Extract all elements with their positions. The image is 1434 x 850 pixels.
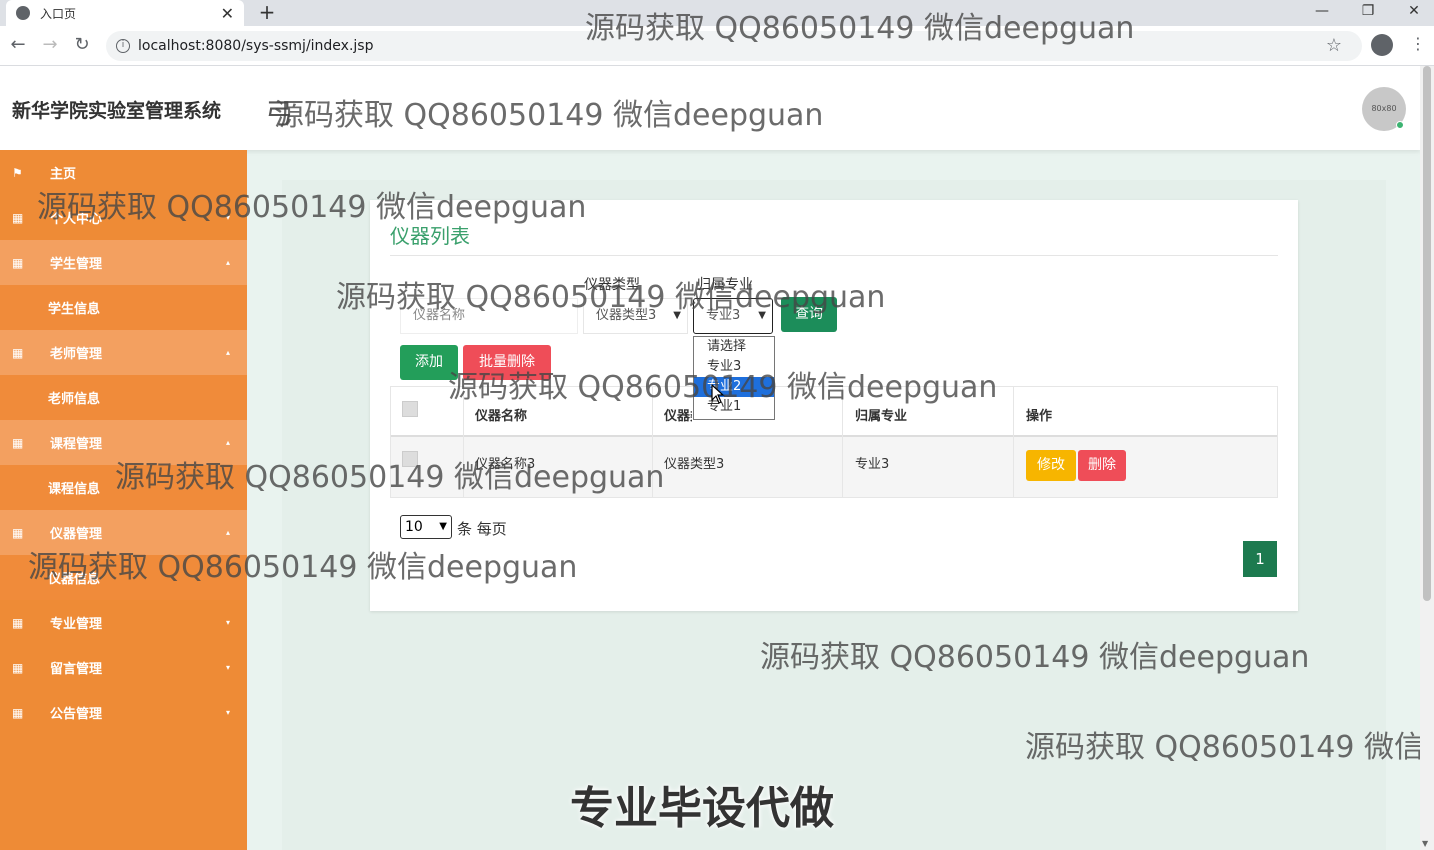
watermark: 源码获取 QQ86050149 微信deepguan (336, 280, 886, 315)
select-all-checkbox[interactable] (402, 401, 418, 417)
restore-button[interactable]: ❐ (1348, 0, 1388, 26)
watermark: 源码获取 QQ86050149 微信deepguan (760, 640, 1310, 675)
col-header-major: 归属专业 (855, 409, 908, 424)
sidebar-item-10[interactable]: ▦ 专业管理 ▾ (0, 600, 247, 645)
watermark: 源码获取 QQ86050149 微信d (1025, 730, 1420, 765)
chevron-down-icon: ▾ (226, 618, 231, 627)
browser-menu-icon[interactable]: ⋮ (1410, 34, 1426, 54)
banner-text: 专业毕设代做 (570, 783, 834, 834)
chevron-up-icon: ▴ (226, 348, 231, 357)
grid-icon: ▦ (12, 210, 24, 225)
page-1-button[interactable]: 1 (1243, 541, 1277, 577)
col-header-type: 仪器类型 (664, 409, 692, 424)
grid-icon: ▦ (12, 705, 24, 720)
cell-major: 专业3 (855, 457, 890, 472)
col-header-name: 仪器名称 (475, 409, 528, 424)
bookmark-star-icon[interactable]: ☆ (1326, 35, 1342, 56)
browser-tab[interactable]: 入口页 ✕ (6, 0, 244, 26)
cell-type: 仪器类型3 (664, 457, 725, 472)
chevron-down-icon: ▾ (226, 663, 231, 672)
minimize-button[interactable]: — (1302, 0, 1342, 26)
watermark: 源码获取 QQ86050149 微信deepguan (37, 190, 587, 225)
chevron-up-icon: ▴ (226, 438, 231, 447)
sidebar-item-4[interactable]: ▦ 老师管理 ▴ (0, 330, 247, 375)
mouse-cursor-icon (711, 384, 725, 404)
sidebar-item-label: 主页 (50, 167, 77, 182)
close-window-button[interactable]: ✕ (1394, 0, 1434, 26)
scroll-down-arrow-icon[interactable]: ▼ (1422, 839, 1428, 848)
chevron-up-icon: ▴ (226, 258, 231, 267)
sidebar-item-12[interactable]: ▦ 公告管理 ▾ (0, 690, 247, 735)
sidebar-item-label: 留言管理 (50, 662, 103, 677)
profile-icon[interactable] (1371, 34, 1393, 56)
grid-icon: ▦ (12, 255, 24, 270)
flag-icon: ⚑ (12, 165, 23, 180)
page-scrollbar[interactable]: ▼ (1420, 66, 1434, 850)
dropdown-option[interactable]: 请选择 (694, 337, 774, 357)
sidebar-item-label: 公告管理 (50, 707, 103, 722)
sidebar-item-label: 专业管理 (50, 617, 103, 632)
sidebar-item-label: 课程管理 (50, 437, 103, 452)
chevron-down-icon: ▾ (226, 708, 231, 717)
back-icon[interactable]: ← (6, 34, 30, 58)
online-status-dot (1396, 121, 1404, 129)
grid-icon: ▦ (12, 435, 24, 450)
watermark: 源码获取 QQ86050149 微信deepguan (274, 98, 824, 133)
sidebar-item-label: 仪器管理 (50, 527, 103, 542)
watermark: 源码获取 QQ86050149 微信deepguan (28, 550, 578, 585)
page-size-value: 10 (405, 519, 423, 535)
col-header-actions: 操作 (1026, 409, 1053, 424)
sidebar-item-3[interactable]: 学生信息 (0, 285, 247, 330)
sidebar-item-label: 老师信息 (48, 392, 101, 407)
sidebar-item-11[interactable]: ▦ 留言管理 ▾ (0, 645, 247, 690)
watermark: 源码获取 QQ86050149 微信deepguan (115, 460, 665, 495)
chevron-down-icon: ▼ (439, 521, 447, 532)
brand-title: 新华学院实验室管理系统 (12, 100, 222, 122)
grid-icon: ▦ (12, 615, 24, 630)
info-icon[interactable]: i (116, 39, 130, 53)
reload-icon[interactable]: ↻ (70, 34, 94, 58)
forward-icon[interactable]: → (38, 34, 62, 58)
globe-icon (16, 6, 30, 20)
grid-icon: ▦ (12, 345, 24, 360)
sidebar-item-5[interactable]: 老师信息 (0, 375, 247, 420)
edit-button[interactable]: 修改 (1026, 450, 1076, 481)
grid-icon: ▦ (12, 525, 24, 540)
new-tab-button[interactable]: + (256, 0, 278, 26)
scrollbar-thumb[interactable] (1423, 66, 1431, 601)
delete-button[interactable]: 删除 (1078, 450, 1126, 481)
sidebar-item-label: 课程信息 (48, 482, 101, 497)
tab-title: 入口页 (40, 6, 77, 21)
grid-icon: ▦ (12, 660, 24, 675)
watermark: 源码获取 QQ86050149 微信deepguan (585, 11, 1135, 46)
per-page-label: 条 每页 (457, 520, 507, 538)
close-tab-icon[interactable]: ✕ (221, 4, 234, 23)
sidebar: ⚑ 主页 ▦ 个人中心 ▾ ▦ 学生管理 ▴ 学生信息 ▦ 老师管理 ▴ 老师信息 ▦ 课程管理 ▴ 课程信息 ▦… (0, 150, 247, 850)
page-size-select[interactable]: 10 ▼ (400, 515, 452, 539)
chevron-up-icon: ▴ (226, 528, 231, 537)
sidebar-item-label: 老师管理 (50, 347, 103, 362)
divider (390, 255, 1278, 256)
sidebar-item-label: 学生信息 (48, 302, 101, 317)
sidebar-item-2[interactable]: ▦ 学生管理 ▴ (0, 240, 247, 285)
sidebar-item-label: 学生管理 (50, 257, 103, 272)
column-separator (1013, 387, 1014, 497)
page: 新华学院实验室管理系统 弓 80x80 ⚑ 主页 ▦ 个人中心 ▾ ▦ 学生管理 ▴ 学生信息 ▦… (0, 66, 1420, 850)
url-text: localhost:8080/sys-ssmj/index.jsp (138, 38, 374, 54)
